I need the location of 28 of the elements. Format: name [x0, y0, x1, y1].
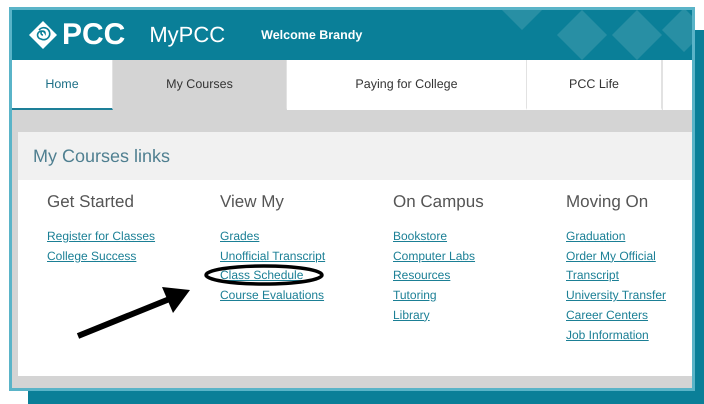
course-link[interactable]: Graduation [566, 227, 626, 247]
nav-tab[interactable]: My Courses [113, 60, 287, 110]
panel-title: My Courses links [33, 146, 170, 166]
course-link[interactable]: Bookstore [393, 227, 448, 247]
course-link[interactable]: Tutoring [393, 286, 437, 306]
course-link[interactable]: Course Evaluations [220, 286, 324, 306]
course-link[interactable]: Computer Labs [393, 246, 476, 266]
course-link[interactable]: Grades [220, 227, 260, 247]
column-heading: Get Started [47, 192, 134, 212]
course-link[interactable]: Class Schedule [220, 266, 304, 286]
course-link[interactable]: College Success [47, 246, 136, 266]
column-heading: Moving On [566, 192, 648, 212]
site-title: MyPCC [149, 22, 226, 48]
course-link[interactable]: Library [393, 306, 430, 326]
course-link[interactable]: Order My Official [566, 246, 656, 266]
logo-diamond-icon [28, 20, 58, 50]
course-link[interactable]: Resources [393, 266, 450, 286]
course-link[interactable]: Unofficial Transcript [220, 246, 326, 266]
course-link[interactable]: Transcript [566, 266, 619, 286]
course-link[interactable]: Career Centers [566, 306, 648, 326]
course-link[interactable]: Register for Classes [47, 227, 156, 247]
nav-tab[interactable]: Home [12, 60, 113, 110]
welcome-text: Welcome Brandy [261, 28, 362, 42]
logo-text: PCC [62, 18, 126, 52]
course-link[interactable]: Job Information [566, 326, 649, 346]
course-link[interactable]: University Transfer [566, 286, 666, 306]
column-heading: View My [220, 192, 284, 212]
column-heading: On Campus [393, 192, 484, 212]
